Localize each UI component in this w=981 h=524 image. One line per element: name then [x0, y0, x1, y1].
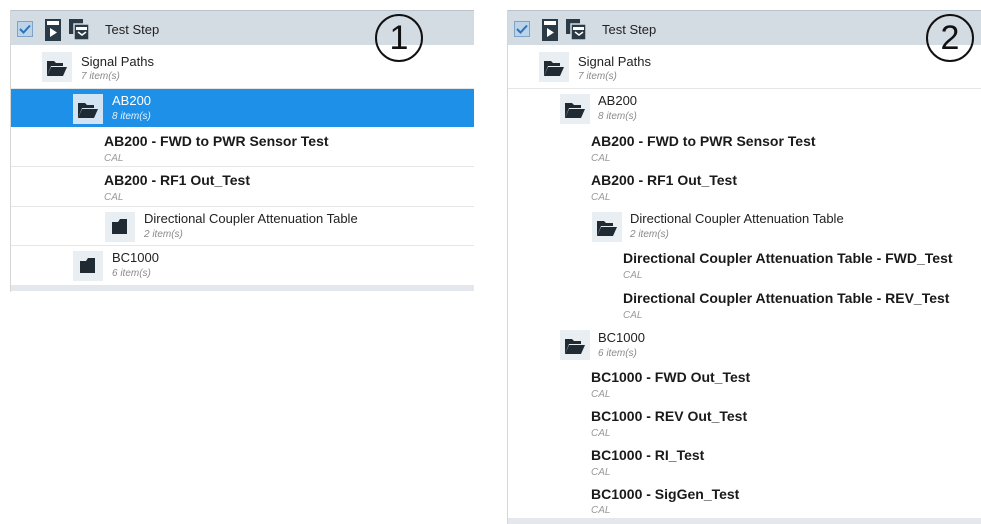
checkbox-checked-icon[interactable]	[514, 21, 530, 37]
folder-label: AB200	[598, 93, 638, 108]
test-step-type: CAL	[591, 467, 611, 478]
tree-folder-signal-paths[interactable]: Signal Paths 7 item(s)	[11, 45, 474, 89]
test-step-type: CAL	[591, 428, 611, 439]
column-title: Test Step	[105, 22, 160, 37]
checkbox-checked-icon[interactable]	[17, 21, 33, 37]
panel-header: Test Step	[508, 10, 981, 45]
folder-open-icon[interactable]	[560, 94, 590, 124]
folder-label: BC1000	[598, 330, 645, 345]
panel-footer-scrollbar[interactable]	[508, 518, 981, 524]
tree-test-step[interactable]: AB200 - RF1 Out_Test CAL	[11, 167, 474, 207]
step-list-icon[interactable]	[69, 19, 89, 40]
folder-item-count: 2 item(s)	[144, 229, 183, 240]
folder-label: Signal Paths	[578, 54, 651, 69]
folder-label: BC1000	[112, 250, 159, 265]
test-step-name: AB200 - FWD to PWR Sensor Test	[591, 133, 816, 149]
test-step-name: AB200 - RF1 Out_Test	[104, 172, 250, 188]
folder-label: Signal Paths	[81, 54, 154, 69]
test-step-type: CAL	[104, 192, 124, 203]
tree-panel-1: Test Step 1 Signal Paths 7 item(s) AB200…	[10, 10, 474, 292]
tree-folder-ab200[interactable]: AB200 8 item(s)	[11, 89, 474, 127]
test-step-name: BC1000 - REV Out_Test	[591, 408, 748, 424]
run-step-icon[interactable]	[45, 19, 61, 41]
folder-label: Directional Coupler Attenuation Table	[630, 211, 844, 226]
tree-folder-directional-coupler[interactable]: Directional Coupler Attenuation Table 2 …	[508, 207, 981, 245]
test-step-name: Directional Coupler Attenuation Table - …	[623, 250, 953, 266]
tree-folder-signal-paths[interactable]: Signal Paths 7 item(s)	[508, 45, 981, 89]
tree-test-step[interactable]: AB200 - FWD to PWR Sensor Test CAL	[508, 127, 981, 166]
folder-open-icon[interactable]	[539, 52, 569, 82]
tree-test-step[interactable]: Directional Coupler Attenuation Table - …	[508, 285, 981, 324]
folder-open-icon[interactable]	[73, 94, 103, 124]
column-title: Test Step	[602, 22, 657, 37]
test-step-type: CAL	[591, 505, 611, 516]
test-step-type: CAL	[104, 153, 124, 164]
tree-test-step[interactable]: BC1000 - RI_Test CAL	[508, 443, 981, 481]
folder-item-count: 6 item(s)	[112, 268, 151, 279]
test-step-type: CAL	[591, 192, 611, 203]
folder-item-count: 8 item(s)	[112, 111, 151, 122]
folder-label: AB200	[112, 93, 152, 108]
folder-open-icon[interactable]	[560, 330, 590, 360]
tree-test-step[interactable]: BC1000 - REV Out_Test CAL	[508, 404, 981, 442]
tree-folder-directional-coupler[interactable]: Directional Coupler Attenuation Table 2 …	[11, 207, 474, 246]
test-step-type: CAL	[623, 310, 643, 321]
folder-item-count: 8 item(s)	[598, 111, 637, 122]
folder-label: Directional Coupler Attenuation Table	[144, 211, 358, 226]
test-step-type: CAL	[591, 389, 611, 400]
folder-open-icon[interactable]	[592, 212, 622, 242]
tree-test-step[interactable]: AB200 - RF1 Out_Test CAL	[508, 167, 981, 206]
tree-test-step[interactable]: Directional Coupler Attenuation Table - …	[508, 246, 981, 284]
folder-open-icon[interactable]	[42, 52, 72, 82]
folder-item-count: 2 item(s)	[630, 229, 669, 240]
test-step-name: BC1000 - FWD Out_Test	[591, 369, 751, 385]
test-step-type: CAL	[623, 270, 643, 281]
test-step-name: AB200 - RF1 Out_Test	[591, 172, 737, 188]
folder-item-count: 7 item(s)	[81, 71, 120, 82]
tree-folder-ab200[interactable]: AB200 8 item(s)	[508, 89, 981, 127]
test-step-name: AB200 - FWD to PWR Sensor Test	[104, 133, 329, 149]
tree-folder-bc1000[interactable]: BC1000 6 item(s)	[11, 246, 474, 285]
tree-test-step[interactable]: AB200 - FWD to PWR Sensor Test CAL	[11, 127, 474, 167]
panel-footer-scrollbar[interactable]	[11, 285, 474, 291]
folder-closed-icon[interactable]	[105, 212, 135, 242]
test-step-name: Directional Coupler Attenuation Table - …	[623, 290, 950, 306]
test-step-type: CAL	[591, 153, 611, 164]
folder-item-count: 6 item(s)	[598, 348, 637, 359]
run-step-icon[interactable]	[542, 19, 558, 41]
tree-test-step[interactable]: BC1000 - FWD Out_Test CAL	[508, 365, 981, 403]
step-list-icon[interactable]	[566, 19, 586, 40]
tree-folder-bc1000[interactable]: BC1000 6 item(s)	[508, 325, 981, 364]
test-step-name: BC1000 - RI_Test	[591, 447, 705, 463]
test-step-name: BC1000 - SigGen_Test	[591, 486, 740, 502]
folder-closed-icon[interactable]	[73, 251, 103, 281]
folder-item-count: 7 item(s)	[578, 71, 617, 82]
tree-test-step[interactable]: BC1000 - SigGen_Test CAL	[508, 482, 981, 518]
tree-panel-2: Test Step 2 Signal Paths 7 item(s) AB200…	[507, 10, 981, 524]
